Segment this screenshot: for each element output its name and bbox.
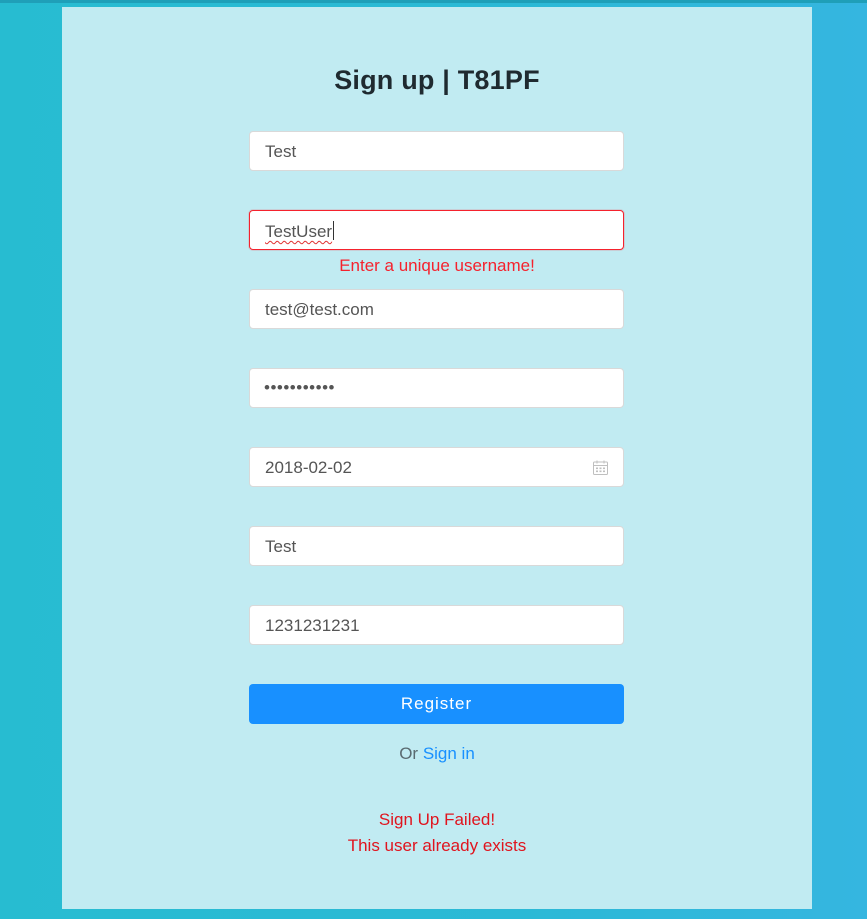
email-field[interactable]: test@test.com — [249, 289, 624, 329]
username-value: TestUser — [265, 222, 333, 241]
signin-link[interactable]: Sign in — [423, 744, 475, 763]
first-name-value: Test — [265, 142, 297, 161]
signup-card: Sign up | T81PF Test TestUser Enter a un… — [62, 7, 812, 909]
user-exists-message: This user already exists — [347, 836, 527, 855]
top-strip — [0, 0, 867, 3]
page-title: Sign up | T81PF — [334, 65, 540, 95]
username-error-message: Enter a unique username! — [339, 256, 535, 275]
signin-prefix: Or — [399, 744, 419, 763]
birth-date-field[interactable]: 2018-02-02 — [249, 447, 624, 487]
last-name-value: Test — [265, 537, 297, 556]
signin-row: Or Sign in — [62, 744, 812, 764]
last-name-field[interactable]: Test — [249, 526, 624, 566]
password-mask: ••••••••••• — [264, 378, 335, 397]
birth-date-value: 2018-02-02 — [265, 458, 352, 477]
username-field[interactable]: TestUser — [249, 210, 624, 250]
first-name-field[interactable]: Test — [249, 131, 624, 171]
signup-failed-message: Sign Up Failed! — [378, 810, 496, 829]
text-caret — [333, 221, 335, 240]
register-button[interactable]: Register — [249, 684, 624, 724]
password-field[interactable]: ••••••••••• — [249, 368, 624, 408]
phone-value: 1231231231 — [265, 616, 360, 635]
phone-field[interactable]: 1231231231 — [249, 605, 624, 645]
email-value: test@test.com — [265, 300, 374, 319]
calendar-icon[interactable] — [592, 459, 609, 476]
